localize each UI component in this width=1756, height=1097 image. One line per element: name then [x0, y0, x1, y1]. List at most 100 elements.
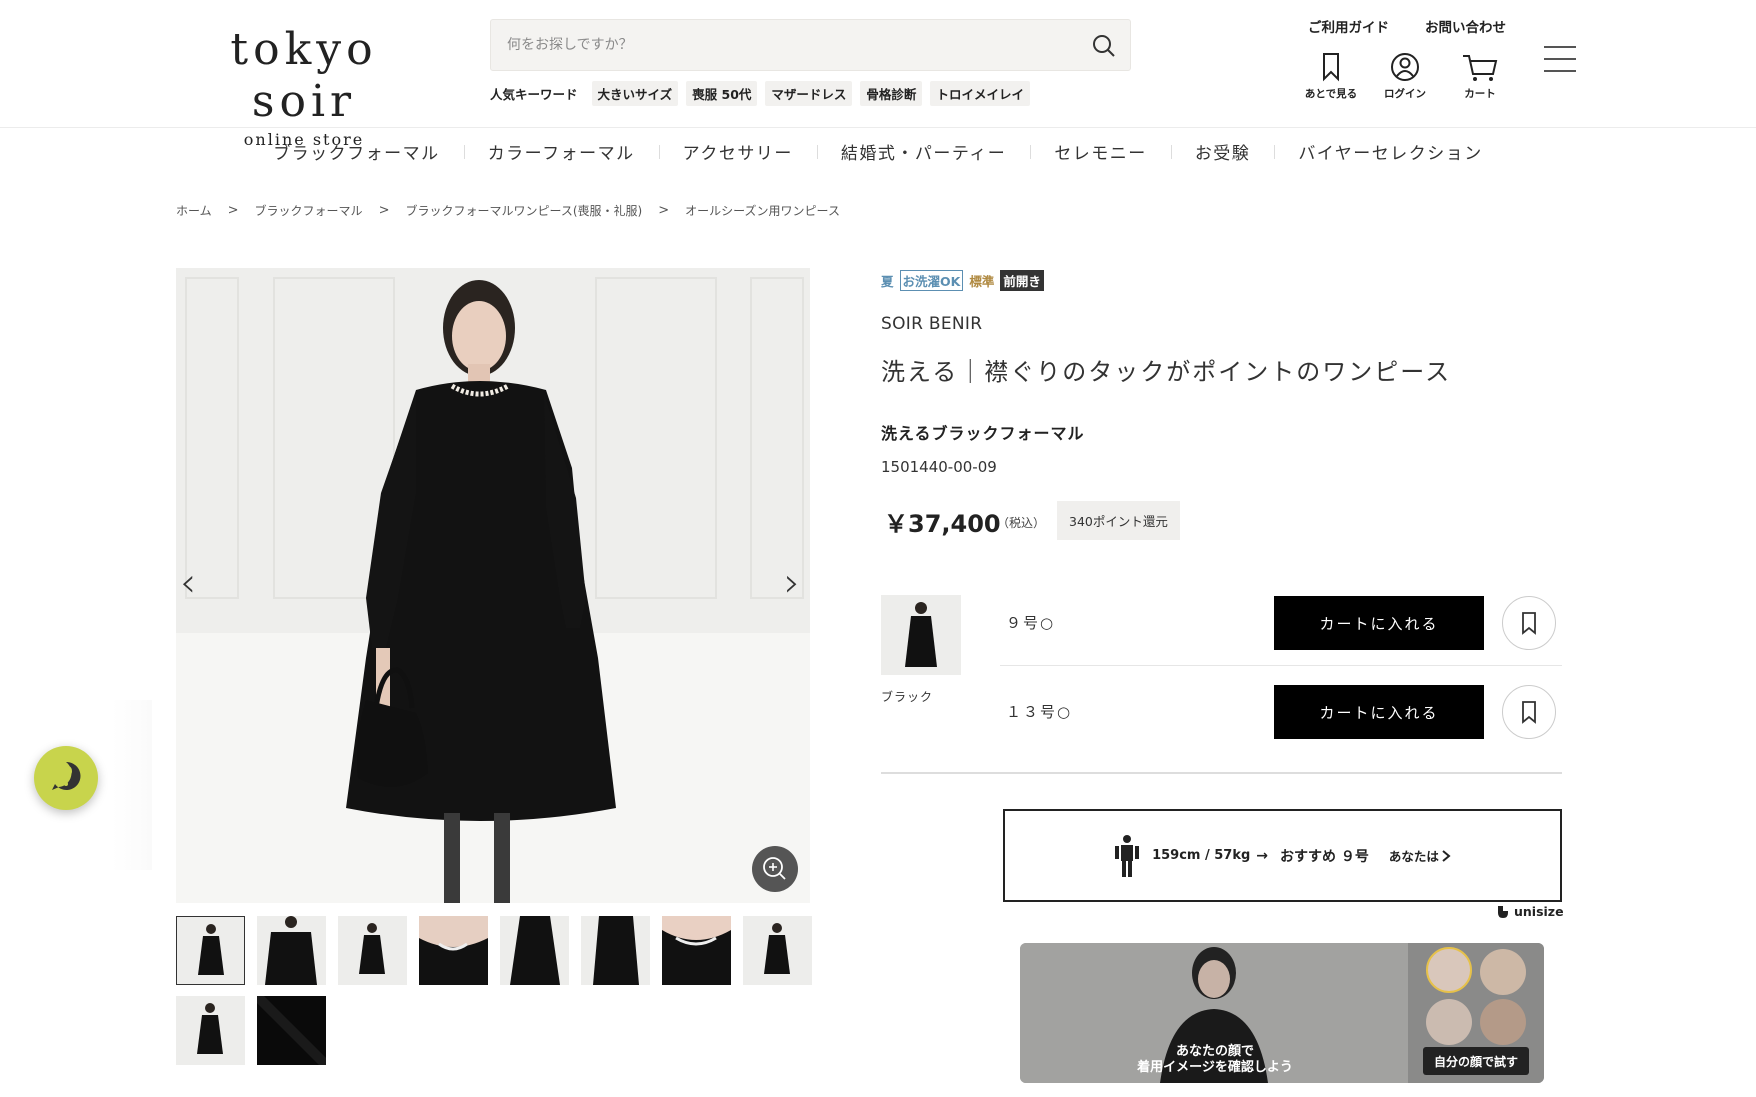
- unisize-brand-text: unisize: [1514, 904, 1564, 919]
- try-with-my-face-button[interactable]: 自分の顔で試す: [1423, 1047, 1529, 1075]
- thumbnail[interactable]: [419, 916, 488, 985]
- add-to-cart-button[interactable]: カートに入れる: [1274, 596, 1484, 650]
- product-name: 洗える｜襟ぐりのタックがポイントのワンピース: [881, 358, 1452, 386]
- login-label: ログイン: [1384, 88, 1426, 100]
- keyword-chip[interactable]: 大きいサイズ: [591, 80, 679, 106]
- help-chat-button[interactable]: [34, 746, 98, 810]
- size-label: １３号○: [1006, 703, 1073, 721]
- product-main-image[interactable]: [176, 268, 810, 903]
- site-header: tokyo soir online store 人気キーワード 大きいサイズ 喪…: [0, 0, 1756, 149]
- tag-standard: 標準: [969, 274, 995, 289]
- breadcrumb-separator: >: [378, 203, 390, 218]
- breadcrumb-separator: >: [658, 203, 670, 218]
- gallery-prev-arrow[interactable]: ‹: [180, 560, 196, 606]
- keywords-title: 人気キーワード: [490, 86, 578, 102]
- cart-button[interactable]: カート: [1440, 52, 1520, 101]
- unisize-body-stats: 159cm / 57kg: [1152, 848, 1251, 863]
- category-exam[interactable]: お受験: [1170, 139, 1275, 164]
- thumbnail[interactable]: [176, 996, 245, 1065]
- thumbnail[interactable]: [257, 916, 326, 985]
- keyword-chip[interactable]: マザードレス: [765, 80, 853, 106]
- face-sample: [1426, 999, 1472, 1045]
- breadcrumb-home[interactable]: ホーム: [176, 202, 212, 219]
- search-input[interactable]: [507, 20, 1067, 70]
- login-button[interactable]: ログイン: [1365, 52, 1445, 101]
- cart-icon: [1463, 55, 1498, 81]
- category-ceremony[interactable]: セレモニー: [1030, 139, 1171, 164]
- question-icon: [52, 761, 81, 790]
- points-badge: 340ポイント還元: [1057, 501, 1180, 540]
- search-button[interactable]: [1090, 32, 1118, 60]
- unisize-logo-icon: [1498, 905, 1508, 918]
- popular-keywords: 人気キーワード 大きいサイズ 喪服 50代 マザードレス 骨格診断 トロイメイレ…: [490, 80, 1038, 106]
- product-tags: 夏 お洗濯OK 標準 前開き: [881, 270, 1044, 291]
- variant-thumbnail[interactable]: [881, 595, 961, 675]
- add-to-cart-button[interactable]: カートに入れる: [1274, 685, 1484, 739]
- thumbnail[interactable]: [176, 916, 245, 985]
- breadcrumb-black-formal[interactable]: ブラックフォーマル: [255, 202, 363, 219]
- breadcrumb: ホーム > ブラックフォーマル > ブラックフォーマルワンピース(喪服・礼服) …: [176, 202, 840, 219]
- category-color-formal[interactable]: カラーフォーマル: [463, 139, 659, 164]
- thumbnail[interactable]: [743, 916, 812, 985]
- person-icon: [1115, 834, 1140, 877]
- tryon-line-2: 着用イメージを確認しよう: [1137, 1060, 1293, 1075]
- size-row: １３号○ カートに入れる: [1000, 667, 1562, 755]
- category-accessory[interactable]: アクセサリー: [658, 139, 817, 164]
- top-links: ご利用ガイド お問い合わせ: [1308, 16, 1506, 36]
- favorite-button[interactable]: [1502, 596, 1556, 650]
- side-panel-edge: [112, 700, 152, 870]
- bookmark-icon: [1522, 701, 1536, 724]
- logo-main-text: tokyo soir: [230, 24, 378, 127]
- favorite-button[interactable]: [1502, 685, 1556, 739]
- model-photo: [176, 268, 810, 903]
- product-sku: 1501440-00-09: [881, 458, 997, 476]
- tax-label: （税込）: [997, 516, 1046, 530]
- product-brand[interactable]: SOIR BENIR: [881, 314, 982, 334]
- gallery-next-arrow[interactable]: ›: [784, 560, 800, 606]
- size-label: ９号○: [1006, 614, 1056, 632]
- thumbnail[interactable]: [500, 916, 569, 985]
- breadcrumb-onepiece[interactable]: ブラックフォーマルワンピース(喪服・礼服): [405, 202, 642, 219]
- keyword-chip[interactable]: 喪服 50代: [686, 80, 758, 106]
- keyword-chip[interactable]: 骨格診断: [860, 80, 923, 106]
- breadcrumb-current: オールシーズン用ワンピース: [685, 204, 840, 218]
- cart-label: カート: [1464, 88, 1496, 100]
- tag-summer: 夏: [881, 274, 894, 289]
- watch-later-button[interactable]: あとで見る: [1291, 52, 1371, 101]
- category-wedding-party[interactable]: 結婚式・パーティー: [816, 139, 1030, 164]
- bookmark-icon: [1522, 612, 1536, 635]
- face-sample: [1426, 947, 1472, 993]
- contact-link[interactable]: お問い合わせ: [1425, 16, 1506, 36]
- thumbnail[interactable]: [662, 916, 731, 985]
- tag-washable: お洗濯OK: [899, 270, 964, 291]
- section-divider: [881, 772, 1562, 774]
- face-sample: [1480, 949, 1526, 995]
- unisize-arrow: →: [1256, 847, 1269, 864]
- variant-color-label: ブラック: [881, 690, 934, 704]
- hamburger-menu-icon[interactable]: [1544, 46, 1576, 74]
- unisize-recommended-size: おすすめ ９号: [1280, 848, 1369, 865]
- tag-front-open: 前開き: [1000, 270, 1044, 291]
- zoom-button[interactable]: [752, 846, 798, 892]
- unisize-recommendation[interactable]: 159cm / 57kg → おすすめ ９号 あなたは: [1003, 809, 1562, 902]
- virtual-tryon-banner[interactable]: あなたの顔で 着用イメージを確認しよう 自分の顔で試す: [1020, 943, 1544, 1083]
- keyword-chip[interactable]: トロイメイレイ: [930, 80, 1030, 106]
- thumbnail[interactable]: [581, 916, 650, 985]
- thumbnail[interactable]: [338, 916, 407, 985]
- guide-link[interactable]: ご利用ガイド: [1308, 16, 1389, 36]
- breadcrumb-separator: >: [227, 203, 239, 218]
- size-row: ９号○ カートに入れる: [1000, 578, 1562, 666]
- face-sample: [1480, 999, 1526, 1045]
- tryon-line-1: あなたの顔で: [1175, 1044, 1254, 1059]
- bookmark-icon: [1323, 53, 1339, 82]
- category-black-formal[interactable]: ブラックフォーマル: [249, 139, 464, 164]
- category-buyer-selection[interactable]: バイヤーセレクション: [1274, 139, 1507, 164]
- product-subtitle: 洗えるブラックフォーマル: [881, 424, 1085, 443]
- product-price: ￥37,400: [884, 510, 1001, 538]
- user-icon: [1391, 53, 1419, 81]
- unisize-logo: unisize: [1496, 904, 1564, 919]
- unisize-you-label: あなたは: [1388, 849, 1439, 864]
- search-icon: [1093, 35, 1115, 57]
- thumbnail[interactable]: [257, 996, 326, 1065]
- chevron-right-icon: [1442, 849, 1451, 862]
